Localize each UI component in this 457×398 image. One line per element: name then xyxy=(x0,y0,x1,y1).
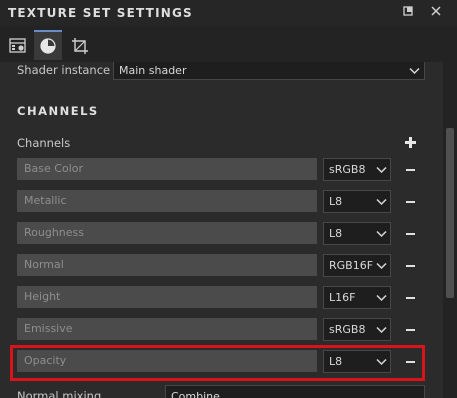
channel-format-dropdown[interactable]: L16F xyxy=(323,286,391,309)
channels-section-title: CHANNELS xyxy=(17,104,99,118)
channel-name-field[interactable]: Emissive xyxy=(17,318,317,340)
tab-uv[interactable] xyxy=(66,32,94,60)
shader-sphere-icon xyxy=(40,38,56,54)
channels-label: Channels xyxy=(17,136,71,150)
channel-name-field[interactable]: Metallic xyxy=(17,190,317,212)
channel-format-dropdown[interactable]: RGB16F xyxy=(323,254,391,277)
tab-shader[interactable] xyxy=(34,30,62,60)
chevron-down-icon xyxy=(376,228,387,241)
channel-name-field[interactable]: Normal xyxy=(17,254,317,276)
tab-bar xyxy=(0,26,457,62)
channel-name-field[interactable]: Height xyxy=(17,286,317,308)
channel-format-dropdown[interactable]: sRGB8 xyxy=(323,158,391,181)
opacity-row-highlight xyxy=(10,345,425,381)
normal-mixing-value: Combine xyxy=(171,390,220,398)
shader-instance-dropdown[interactable]: Main shader xyxy=(113,62,425,80)
chevron-down-icon xyxy=(376,260,387,273)
chevron-down-icon xyxy=(376,164,387,177)
panel-content: Shader instance Main shader CHANNELS Cha… xyxy=(0,62,443,398)
chevron-down-icon xyxy=(376,292,387,305)
scrollbar[interactable] xyxy=(443,62,457,398)
scrollbar-thumb[interactable] xyxy=(446,128,454,298)
chevron-down-icon xyxy=(409,65,420,78)
remove-channel-icon[interactable] xyxy=(404,323,418,337)
shader-instance-value: Main shader xyxy=(119,64,187,77)
channel-format-dropdown[interactable]: L8 xyxy=(323,190,391,213)
chevron-down-icon xyxy=(376,324,387,337)
channel-name-field[interactable]: Base Color xyxy=(17,158,317,180)
remove-channel-icon[interactable] xyxy=(404,227,418,241)
normal-mixing-dropdown[interactable]: Combine xyxy=(165,385,425,398)
channel-format-dropdown[interactable]: L8 xyxy=(323,222,391,245)
channel-name-field[interactable]: Roughness xyxy=(17,222,317,244)
panel-titlebar: TEXTURE SET SETTINGS xyxy=(0,0,457,26)
remove-channel-icon[interactable] xyxy=(404,195,418,209)
add-channel-icon[interactable] xyxy=(404,136,418,150)
remove-channel-icon[interactable] xyxy=(404,163,418,177)
close-icon[interactable] xyxy=(426,3,446,23)
channel-format-dropdown[interactable]: sRGB8 xyxy=(323,318,391,341)
undock-icon[interactable] xyxy=(398,3,418,23)
chevron-down-icon xyxy=(376,196,387,209)
uv-crop-icon xyxy=(72,38,88,54)
normal-mixing-label: Normal mixing xyxy=(17,389,102,398)
panel-title: TEXTURE SET SETTINGS xyxy=(8,6,193,20)
texture-set-settings-icon xyxy=(9,38,26,53)
remove-channel-icon[interactable] xyxy=(404,291,418,305)
tab-texture-set-settings[interactable] xyxy=(4,32,32,60)
remove-channel-icon[interactable] xyxy=(404,259,418,273)
shader-instance-label: Shader instance xyxy=(17,63,111,77)
